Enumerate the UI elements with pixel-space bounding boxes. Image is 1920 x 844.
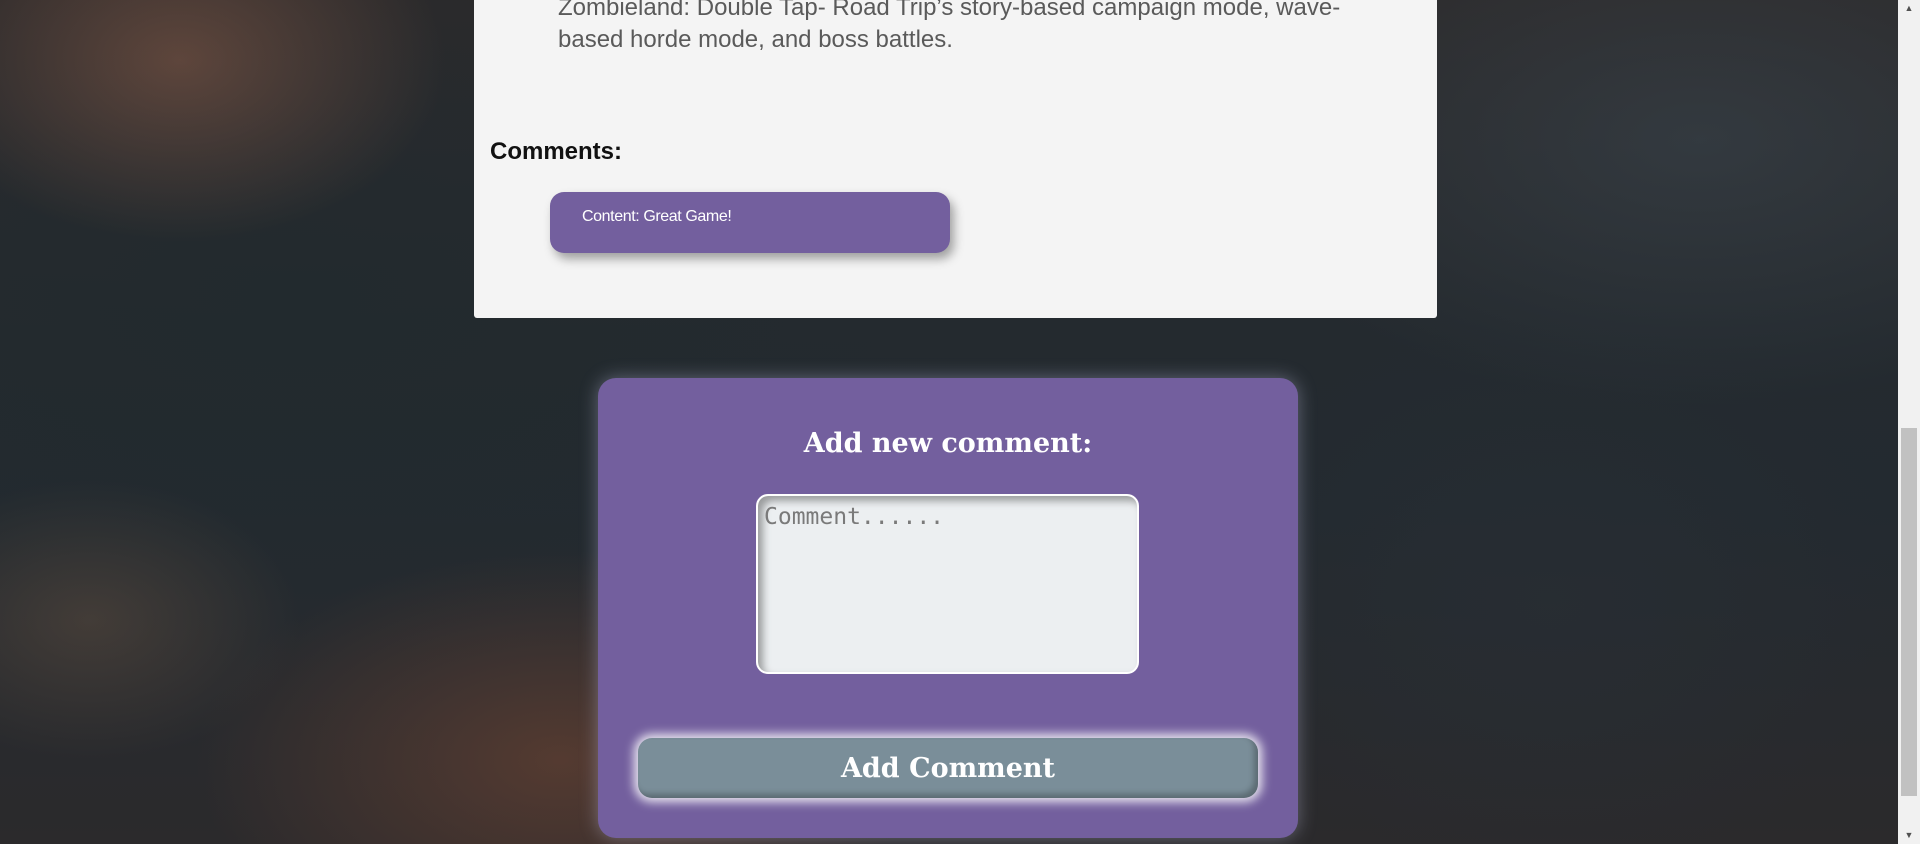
triangle-down-icon[interactable]: ▼ — [1898, 827, 1920, 844]
game-details-card: Zombieland: Double Tap- Road Trip’s stor… — [474, 0, 1437, 318]
add-comment-form: Add new comment: Add Comment — [598, 378, 1298, 838]
comments-heading: Comments: — [490, 138, 623, 165]
game-description: Zombieland: Double Tap- Road Trip’s stor… — [558, 0, 1341, 53]
comment-input[interactable] — [756, 494, 1139, 674]
add-comment-title: Add new comment: — [803, 428, 1093, 459]
add-comment-button[interactable]: Add Comment — [638, 738, 1258, 798]
comment-item: Content: Great Game! — [550, 192, 950, 253]
triangle-up-icon[interactable]: ▲ — [1898, 0, 1920, 17]
comment-content: Content: Great Game! — [582, 208, 732, 225]
vertical-scrollbar[interactable]: ▲ ▼ — [1898, 0, 1920, 844]
scroll-thumb[interactable] — [1901, 428, 1917, 796]
